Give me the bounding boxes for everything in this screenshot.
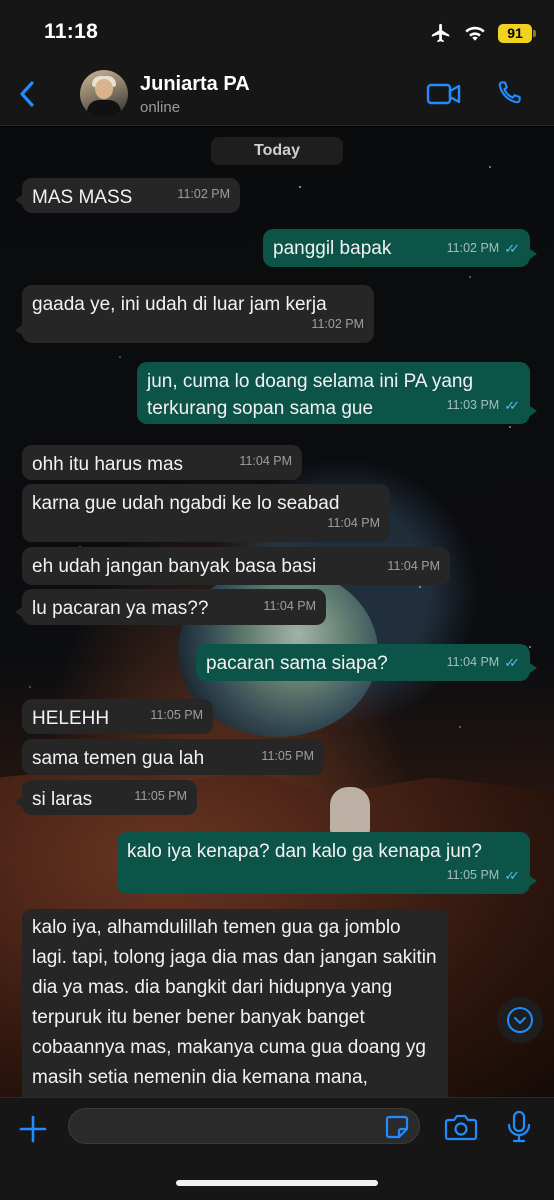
message-incoming[interactable]: sama temen gua lah 11:05 PM — [22, 739, 324, 775]
message-outgoing[interactable]: jun, cuma lo doang selama ini PA yang te… — [137, 362, 537, 424]
status-time: 11:18 — [44, 20, 99, 43]
contact-status: online — [140, 99, 181, 116]
date-separator: Today — [211, 137, 343, 165]
message-text: karna gue udah ngabdi ke lo seabad — [32, 493, 340, 514]
message-incoming[interactable]: lu pacaran ya mas?? 11:04 PM — [15, 589, 326, 625]
input-bar — [0, 1097, 554, 1200]
message-text: HELEHH — [32, 708, 110, 729]
message-incoming[interactable]: kalo iya, alhamdulillah temen gua ga jom… — [22, 909, 448, 1097]
message-meta: 11:05 PM ✓✓ — [447, 862, 520, 889]
message-time: 11:05 PM — [134, 789, 187, 803]
airplane-icon — [431, 23, 450, 43]
message-meta: 11:02 PM ✓✓ — [447, 235, 520, 262]
sticker-button[interactable] — [384, 1114, 410, 1140]
message-time: 11:05 PM — [446, 868, 500, 882]
sticker-icon — [385, 1115, 409, 1139]
microphone-button[interactable] — [506, 1110, 532, 1144]
message-incoming[interactable]: karna gue udah ngabdi ke lo seabad 11:04… — [22, 484, 390, 542]
message-outgoing[interactable]: kalo iya kenapa? dan kalo ga kenapa jun?… — [117, 832, 537, 894]
camera-icon — [444, 1114, 478, 1141]
status-icons: 91 — [430, 22, 536, 44]
message-time: 11:04 PM — [387, 559, 440, 573]
message-meta: 11:04 PM — [239, 448, 292, 475]
message-text: sama temen gua lah — [32, 748, 205, 769]
message-text: gaada ye, ini udah di luar jam kerja — [32, 294, 327, 315]
message-outgoing[interactable]: pacaran sama siapa? 11:04 PM ✓✓ — [196, 644, 537, 681]
chevron-left-icon — [20, 81, 34, 107]
back-button[interactable] — [14, 76, 42, 112]
chevron-down-circle-icon — [507, 1007, 533, 1033]
message-incoming[interactable]: si laras 11:05 PM — [15, 780, 197, 815]
message-meta: 11:04 PM — [263, 593, 316, 620]
message-time: 11:05 PM — [150, 708, 203, 722]
message-text: pacaran sama siapa? — [206, 653, 388, 674]
phone-icon — [498, 81, 521, 104]
read-ticks-icon: ✓✓ — [504, 241, 520, 256]
message-text: eh udah jangan banyak basa basi — [32, 556, 317, 577]
message-meta: 11:05 PM — [261, 743, 314, 770]
message-text: lu pacaran ya mas?? — [32, 598, 209, 619]
message-text: ohh itu harus mas — [32, 454, 184, 475]
message-text: kalo iya kenapa? dan kalo ga kenapa jun? — [127, 841, 482, 862]
contact-name[interactable]: Juniarta PA — [140, 73, 250, 96]
message-meta: 11:02 PM — [177, 181, 230, 208]
attach-button[interactable] — [18, 1114, 48, 1144]
message-outgoing[interactable]: panggil bapak 11:02 PM ✓✓ — [263, 229, 537, 267]
message-meta: 11:04 PM — [387, 553, 440, 580]
message-time: 11:02 PM — [177, 187, 230, 201]
plus-icon — [19, 1115, 47, 1143]
message-incoming[interactable]: MAS MASS 11:02 PM — [15, 178, 240, 213]
battery-indicator: 91 — [498, 23, 536, 43]
message-text: panggil bapak — [273, 238, 392, 259]
message-incoming[interactable]: gaada ye, ini udah di luar jam kerja 11:… — [15, 285, 374, 343]
message-text: jun, cuma lo doang selama ini PA yang te… — [147, 371, 474, 419]
microphone-icon — [507, 1110, 531, 1143]
voice-call-button[interactable] — [494, 78, 524, 108]
video-call-button[interactable] — [426, 80, 462, 108]
read-ticks-icon: ✓✓ — [504, 655, 520, 670]
message-text: kalo iya, alhamdulillah temen gua ga jom… — [32, 917, 437, 1088]
avatar[interactable] — [80, 70, 128, 118]
message-meta: 11:05 PM — [134, 783, 187, 810]
message-meta: 11:02 PM — [311, 311, 364, 338]
status-bar: 11:18 91 — [0, 0, 554, 62]
read-ticks-icon: ✓✓ — [504, 398, 520, 413]
scroll-to-bottom-button[interactable] — [497, 997, 543, 1043]
message-meta: 11:05 PM — [150, 702, 203, 729]
message-text: MAS MASS — [32, 187, 133, 208]
message-meta: 11:03 PM ✓✓ — [447, 392, 520, 419]
message-time: 11:02 PM — [311, 317, 364, 331]
chat-header: Juniarta PA online — [0, 62, 554, 126]
message-time: 11:05 PM — [261, 749, 314, 763]
read-ticks-icon: ✓✓ — [504, 868, 520, 883]
message-time: 11:04 PM — [327, 516, 380, 530]
message-time: 11:03 PM — [446, 398, 500, 412]
message-text: si laras — [32, 789, 93, 810]
wifi-icon — [465, 26, 485, 41]
message-time: 11:04 PM — [239, 454, 292, 468]
home-indicator — [176, 1180, 378, 1186]
message-incoming[interactable]: eh udah jangan banyak basa basi 11:04 PM — [22, 547, 450, 585]
message-input[interactable] — [68, 1108, 420, 1144]
message-time: 11:04 PM — [263, 599, 316, 613]
chat-area[interactable]: Today MAS MASS 11:02 PM panggil bapak 11… — [0, 127, 554, 1097]
message-time: 11:04 PM — [446, 655, 500, 669]
message-incoming[interactable]: ohh itu harus mas 11:04 PM — [22, 445, 302, 480]
message-meta: 11:04 PM — [327, 510, 380, 537]
video-camera-icon — [426, 83, 461, 105]
message-time: 11:02 PM — [446, 241, 500, 255]
battery-level: 91 — [507, 25, 523, 41]
message-incoming[interactable]: HELEHH 11:05 PM — [22, 699, 213, 734]
camera-button[interactable] — [444, 1112, 478, 1142]
message-meta: 11:04 PM ✓✓ — [447, 649, 520, 676]
